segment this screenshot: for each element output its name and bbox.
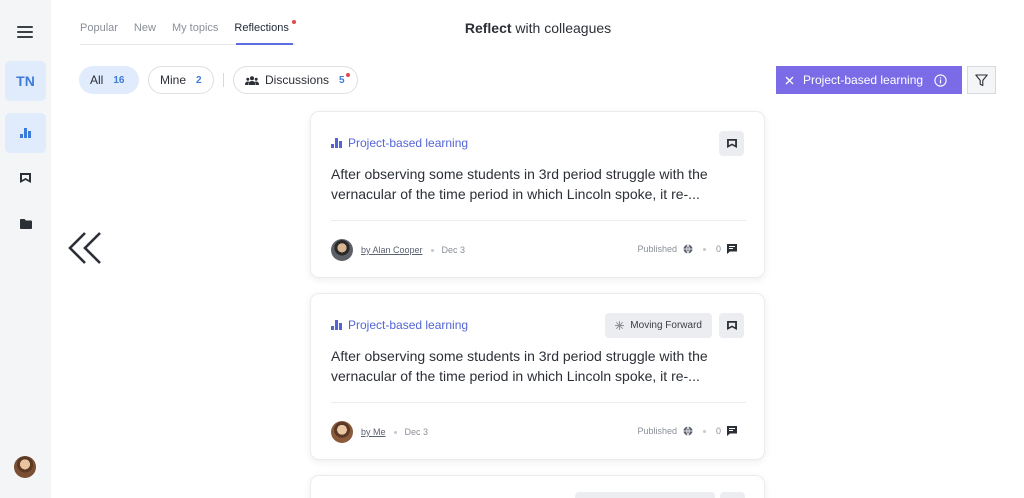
notification-dot	[346, 73, 350, 77]
active-tab-indicator	[236, 43, 293, 45]
bookmark-icon	[726, 321, 737, 330]
card-status-label: Published	[637, 426, 677, 436]
sidebar: TN	[0, 0, 51, 498]
menu-icon[interactable]	[17, 26, 33, 38]
card-topic-link[interactable]: Project-based learning	[331, 136, 468, 150]
meta-separator	[702, 429, 706, 433]
back-chevrons-icon[interactable]	[66, 230, 106, 270]
bar-chart-icon	[331, 320, 342, 330]
page-title-rest: with colleagues	[511, 20, 612, 36]
active-topic-label: Project-based learning	[803, 73, 924, 87]
close-icon[interactable]	[785, 76, 794, 85]
notification-dot	[291, 20, 296, 24]
sidebar-item-bookmarks[interactable]	[5, 158, 46, 198]
bookmark-icon	[726, 139, 737, 148]
sidebar-item-reflections[interactable]	[5, 113, 46, 153]
avatar[interactable]	[14, 456, 36, 478]
filter-discussions-label: Discussions	[265, 73, 330, 87]
card-status-label: Published	[637, 244, 677, 254]
filter-mine-count: 2	[196, 74, 202, 86]
user-initials-badge[interactable]: TN	[5, 61, 46, 101]
filter-all-count: 16	[113, 74, 125, 86]
card-topic-link[interactable]: Project-based learning	[331, 318, 468, 332]
card-author-link[interactable]: by Alan Cooper	[361, 245, 423, 255]
card-bookmark-button[interactable]	[719, 131, 744, 156]
tab-popular[interactable]: Popular	[80, 22, 118, 46]
tab-new[interactable]: New	[134, 22, 156, 46]
filter-button[interactable]	[967, 66, 996, 94]
meta-separator	[702, 247, 706, 251]
tab-my-topics[interactable]: My topics	[172, 22, 218, 46]
filter-mine-label: Mine	[160, 73, 187, 87]
info-icon[interactable]	[934, 73, 947, 87]
page-title: Reflect with colleagues	[440, 20, 636, 36]
globe-icon	[683, 244, 693, 254]
author-avatar[interactable]	[331, 421, 353, 443]
filter-discussions-button[interactable]: Discussions 5	[233, 66, 358, 94]
card-bookmark-button[interactable]	[719, 313, 744, 338]
meta-separator	[393, 430, 397, 434]
app-root: TN Popular New My topics Reflections Ref…	[0, 0, 1024, 498]
filter-icon	[975, 73, 988, 86]
bookmark-icon	[20, 173, 31, 183]
card-comment-count: 0	[715, 244, 721, 254]
card-date: Dec 3	[441, 245, 466, 255]
card-topic-label: Project-based learning	[348, 318, 469, 332]
author-avatar[interactable]	[331, 239, 353, 261]
card-tag-label: Moving Forward	[630, 320, 702, 331]
card-comment-count: 0	[715, 426, 721, 436]
card-author-link[interactable]: by Me	[361, 427, 386, 437]
card-status: Published 0	[637, 244, 737, 254]
filter-all-label: All	[90, 73, 104, 87]
card-excerpt: After observing some students in 3rd per…	[331, 348, 708, 384]
comment-icon[interactable]	[727, 426, 737, 436]
card-bookmark-button[interactable]	[720, 492, 745, 498]
card-topic-label: Project-based learning	[348, 136, 469, 150]
comment-icon[interactable]	[727, 244, 737, 254]
card-tag	[575, 492, 715, 498]
filter-all-button[interactable]: All 16	[79, 66, 139, 94]
reflection-card[interactable]: Project-based learning After observing s…	[310, 111, 765, 278]
bar-chart-icon	[331, 138, 342, 148]
globe-icon	[683, 426, 693, 436]
bar-chart-icon	[20, 128, 31, 138]
active-topic-filter: Project-based learning	[776, 66, 962, 94]
group-icon	[245, 75, 259, 85]
filter-discussions-count: 5	[339, 74, 345, 86]
card-status: Published 0	[637, 426, 737, 436]
tab-reflections-label: Reflections	[234, 22, 289, 34]
card-date: Dec 3	[404, 427, 429, 437]
reflection-card[interactable]: Project-based learning Moving Forward Af…	[310, 293, 765, 460]
page-title-bold: Reflect	[464, 20, 512, 36]
card-divider	[331, 402, 746, 403]
card-meta: by Alan Cooper Dec 3	[331, 239, 465, 261]
card-excerpt: After observing some students in 3rd per…	[331, 166, 708, 202]
filter-separator	[223, 73, 224, 87]
card-tag[interactable]: Moving Forward	[605, 313, 712, 338]
sparkle-icon	[615, 321, 625, 330]
sidebar-item-files[interactable]	[5, 204, 46, 244]
folder-icon	[19, 219, 32, 229]
card-meta: by Me Dec 3	[331, 421, 428, 443]
meta-separator	[430, 248, 434, 252]
filter-mine-button[interactable]: Mine 2	[148, 66, 214, 94]
card-divider	[331, 220, 746, 221]
